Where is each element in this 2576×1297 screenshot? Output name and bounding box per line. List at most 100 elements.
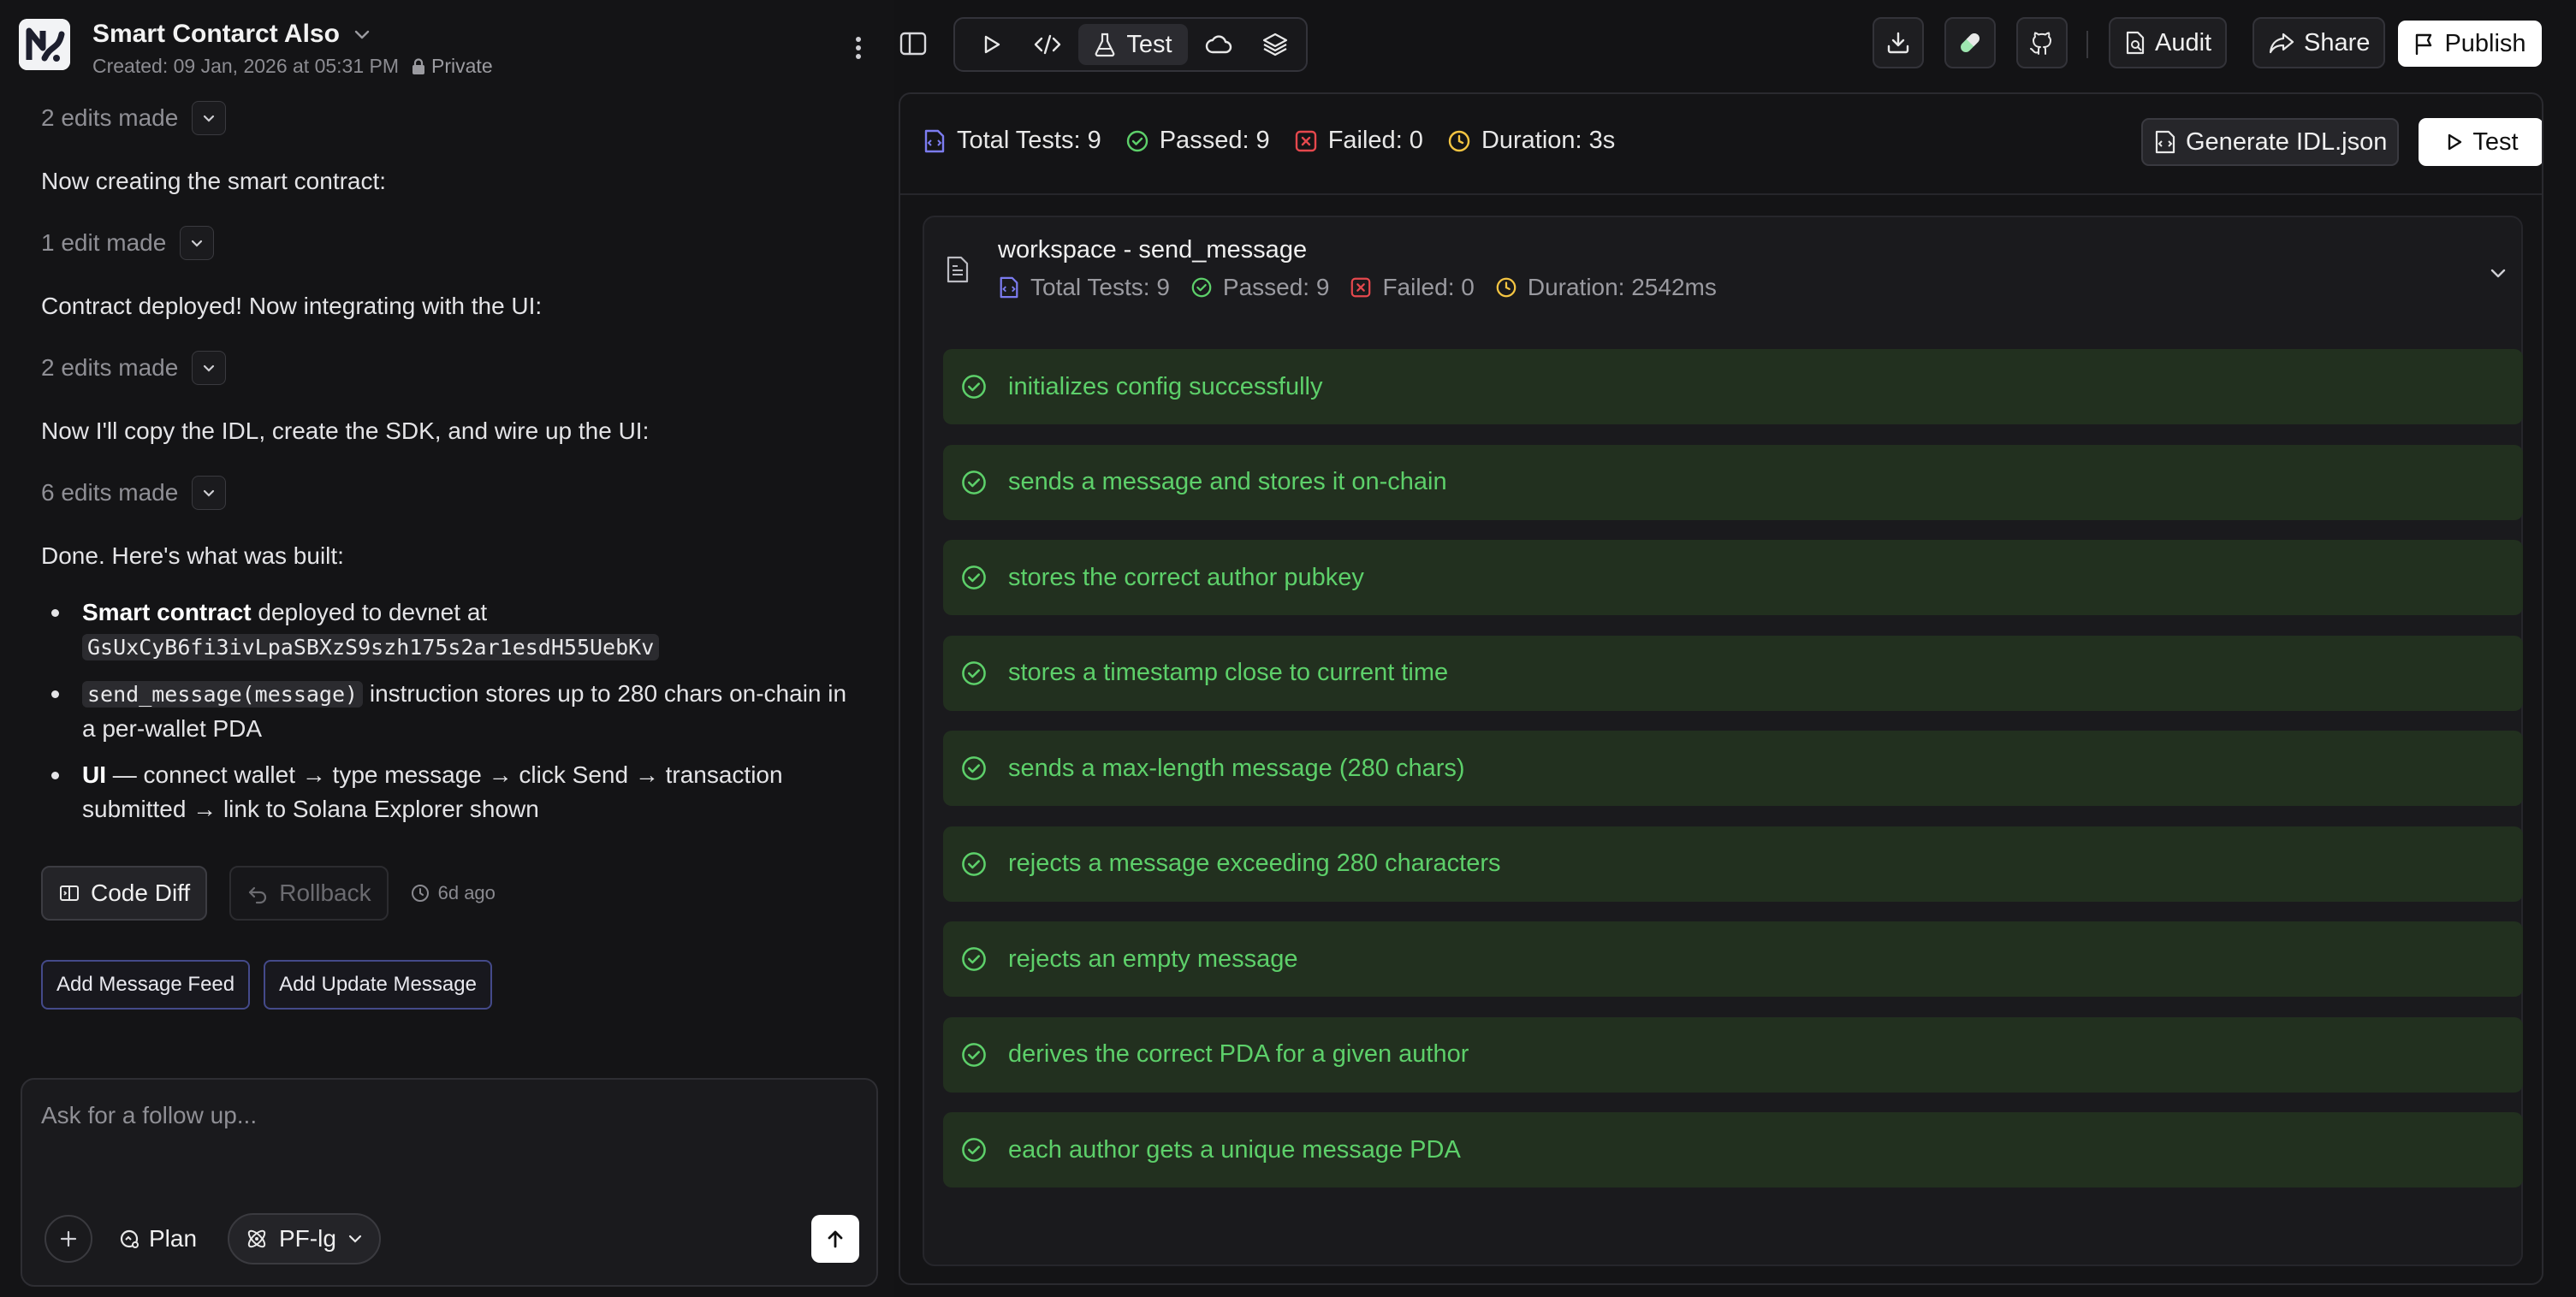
arrow-up-icon xyxy=(823,1227,847,1251)
visibility-label: Private xyxy=(431,55,493,77)
collapse-suite-icon[interactable] xyxy=(2487,262,2509,284)
suite-duration-label: Duration: 2542ms xyxy=(1527,274,1717,300)
suggestion-chips: Add Message Feed Add Update Message xyxy=(41,960,492,1010)
share-button[interactable]: Share xyxy=(2253,17,2386,68)
test-case-row[interactable]: stores a timestamp close to current time xyxy=(943,635,2523,711)
attach-button[interactable] xyxy=(45,1215,92,1263)
chat-panel: Smart Contarct Also Created: 09 Jan, 202… xyxy=(0,0,894,1297)
tab-test-label: Test xyxy=(1126,30,1172,58)
plan-icon xyxy=(118,1228,140,1250)
expand-edits-button[interactable] xyxy=(192,476,227,510)
rollback-button[interactable]: Rollback xyxy=(229,866,389,921)
code-icon xyxy=(1033,32,1062,57)
model-label: PF-lg xyxy=(279,1225,336,1252)
rollback-label: Rollback xyxy=(279,879,371,906)
project-title-row[interactable]: Smart Contarct Also xyxy=(92,17,372,51)
test-case-row[interactable]: rejects an empty message xyxy=(943,921,2523,997)
tab-test[interactable]: Test xyxy=(1078,24,1188,65)
test-case-row[interactable]: sends a max-length message (280 chars) xyxy=(943,731,2523,806)
test-case-row[interactable]: derives the correct PDA for a given auth… xyxy=(943,1016,2523,1093)
check-circle-icon xyxy=(1125,129,1149,153)
edits-summary: 2 edits made xyxy=(41,347,863,388)
failed-label: Failed: 0 xyxy=(1327,127,1423,154)
bullet-bold: UI xyxy=(82,761,106,788)
publish-button[interactable]: Publish xyxy=(2398,21,2542,67)
generate-idl-label: Generate IDL.json xyxy=(2186,127,2388,156)
test-case-row[interactable]: stores the correct author pubkey xyxy=(943,540,2523,615)
code-diff-button[interactable]: Code Diff xyxy=(41,866,208,921)
share-label: Share xyxy=(2304,28,2371,56)
assistant-message: Done. Here's what was built: xyxy=(41,542,344,569)
pill-button[interactable] xyxy=(1944,17,1996,68)
expand-edits-button[interactable] xyxy=(192,101,227,135)
audit-button[interactable]: Audit xyxy=(2109,17,2228,68)
x-square-icon xyxy=(1294,129,1318,153)
tab-deploy[interactable] xyxy=(1193,24,1244,65)
chat-composer[interactable]: Ask for a follow up... Plan PF-lg xyxy=(21,1078,878,1287)
tab-layers[interactable] xyxy=(1249,24,1301,65)
suite-total-stat: Total Tests: 9 xyxy=(998,274,1170,301)
test-results-panel: Total Tests: 9 Passed: 9 Failed: 0 Durat… xyxy=(899,92,2543,1285)
program-address: GsUxCyB6fi3ivLpaSBXzS9szh175s2ar1esdH55U… xyxy=(82,634,660,660)
tab-run[interactable] xyxy=(965,24,1017,65)
run-test-label: Test xyxy=(2472,127,2519,156)
chevron-down-icon[interactable] xyxy=(352,24,372,44)
list-item: Smart contract deployed to devnet at GsU… xyxy=(41,595,863,665)
cloud-icon xyxy=(1204,33,1233,56)
chevron-down-icon xyxy=(347,1230,364,1247)
x-square-icon xyxy=(1350,276,1372,299)
suite-passed-label: Passed: 9 xyxy=(1222,274,1330,300)
test-file-icon xyxy=(998,275,1020,299)
test-case-name: stores a timestamp close to current time xyxy=(1008,659,1449,686)
edits-summary: 6 edits made xyxy=(41,472,863,513)
generate-idl-button[interactable]: Generate IDL.json xyxy=(2141,118,2400,166)
clock-icon xyxy=(1447,129,1471,153)
edits-count: 2 edits made xyxy=(41,354,179,381)
check-circle-icon xyxy=(960,564,988,591)
tab-code[interactable] xyxy=(1022,24,1073,65)
test-case-name: sends a message and stores it on-chain xyxy=(1008,468,1447,495)
test-case-row[interactable]: initializes config successfully xyxy=(943,349,2523,424)
clock-icon xyxy=(1495,276,1517,299)
total-tests-stat: Total Tests: 9 xyxy=(923,127,1101,155)
passed-stat: Passed: 9 xyxy=(1125,127,1270,155)
expand-edits-button[interactable] xyxy=(192,351,227,385)
follow-up-input[interactable]: Ask for a follow up... xyxy=(41,1102,257,1129)
layers-icon xyxy=(1261,31,1289,58)
download-button[interactable] xyxy=(1873,17,1924,68)
test-case-name: rejects a message exceeding 280 characte… xyxy=(1008,850,1501,877)
assistant-message: Contract deployed! Now integrating with … xyxy=(41,293,543,319)
bullet-text: deployed to devnet at xyxy=(251,599,488,625)
sidebar-toggle-icon[interactable] xyxy=(899,29,928,58)
timestamp: 6d ago xyxy=(411,882,496,904)
failed-stat: Failed: 0 xyxy=(1294,127,1423,155)
send-button[interactable] xyxy=(811,1215,859,1263)
bullet-text: — connect wallet → type message → click … xyxy=(82,761,783,822)
toolbar-divider xyxy=(2086,31,2088,58)
model-selector[interactable]: PF-lg xyxy=(228,1213,381,1264)
run-test-button[interactable]: Test xyxy=(2419,118,2542,166)
suite-total-label: Total Tests: 9 xyxy=(1030,274,1170,300)
project-meta: Created: 09 Jan, 2026 at 05:31 PM Privat… xyxy=(92,55,493,78)
publish-label: Publish xyxy=(2444,29,2526,57)
created-date: Created: 09 Jan, 2026 at 05:31 PM xyxy=(92,55,400,77)
app-logo-icon[interactable] xyxy=(19,19,70,70)
expand-edits-button[interactable] xyxy=(180,226,215,260)
test-case-row[interactable]: each author gets a unique message PDA xyxy=(943,1112,2523,1187)
suggestion-chip[interactable]: Add Update Message xyxy=(264,960,492,1010)
plan-toggle[interactable]: Plan xyxy=(118,1218,197,1259)
github-button[interactable] xyxy=(2016,17,2068,68)
build-summary-list: Smart contract deployed to devnet at GsU… xyxy=(41,595,863,826)
chat-messages: 2 edits made Now creating the smart cont… xyxy=(41,92,863,838)
test-case-row[interactable]: rejects a message exceeding 280 characte… xyxy=(943,826,2523,902)
check-circle-icon xyxy=(960,469,988,496)
diff-icon xyxy=(58,882,80,904)
json-file-icon xyxy=(2153,129,2177,155)
play-icon xyxy=(978,32,1004,57)
more-options-icon[interactable] xyxy=(846,31,871,65)
suggestion-chip[interactable]: Add Message Feed xyxy=(41,960,251,1010)
test-case-row[interactable]: sends a message and stores it on-chain xyxy=(943,444,2523,520)
list-item: send_message(message) instruction stores… xyxy=(41,677,863,746)
project-title: Smart Contarct Also xyxy=(92,20,340,48)
atom-icon xyxy=(245,1227,269,1251)
